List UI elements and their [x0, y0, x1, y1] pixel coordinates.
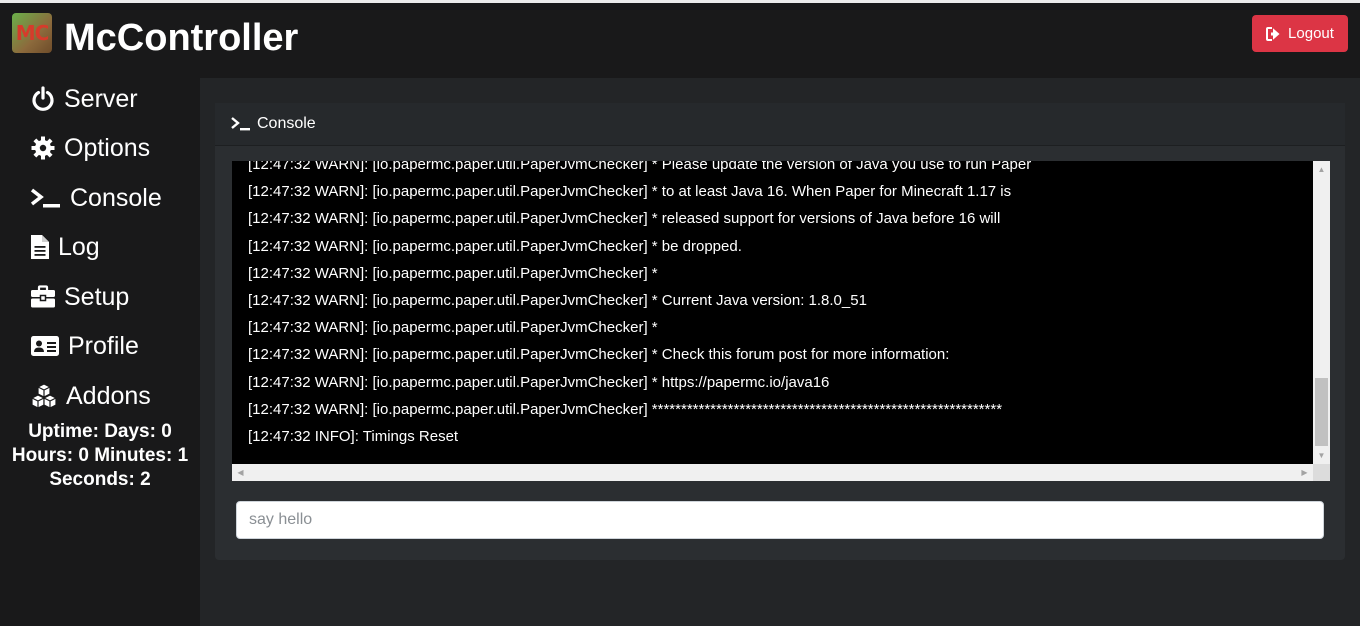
- console-card-title: Console: [257, 115, 316, 132]
- sign-out-icon: [1266, 26, 1280, 41]
- gear-icon: [31, 136, 55, 160]
- logo-text: MC: [15, 21, 50, 45]
- scroll-up-icon[interactable]: ▲: [1313, 161, 1330, 178]
- console-line: [12:47:32 INFO]: Timings Reset: [248, 428, 459, 446]
- uptime-line: Seconds: 2: [49, 469, 151, 490]
- sidebar-item-addons[interactable]: Addons: [30, 376, 151, 416]
- sidebar-item-console[interactable]: Console: [30, 178, 162, 218]
- main-content: Console [12:47:32 WARN]: [io.papermc.pap…: [200, 78, 1360, 626]
- console-line: [12:47:32 WARN]: [io.papermc.paper.util.…: [248, 400, 1003, 418]
- horizontal-scrollbar[interactable]: ◀ ▶: [232, 464, 1330, 481]
- sidebar-item-label: Setup: [64, 282, 130, 311]
- terminal-icon: [231, 117, 250, 131]
- uptime-display: Uptime: Days: 0 Hours: 0 Minutes: 1 Seco…: [0, 420, 200, 492]
- sidebar-item-options[interactable]: Options: [30, 128, 150, 168]
- uptime-line: Uptime: Days: 0: [28, 421, 172, 442]
- console-line: [12:47:32 WARN]: [io.papermc.paper.util.…: [248, 373, 830, 391]
- logout-button[interactable]: Logout: [1252, 15, 1348, 52]
- console-card: Console [12:47:32 WARN]: [io.papermc.pap…: [215, 103, 1345, 560]
- scroll-right-icon[interactable]: ▶: [1296, 464, 1313, 481]
- sidebar-item-profile[interactable]: Profile: [30, 326, 139, 366]
- logout-label: Logout: [1288, 25, 1334, 42]
- sidebar-item-server[interactable]: Server: [30, 79, 138, 119]
- console-line: [12:47:32 WARN]: [io.papermc.paper.util.…: [248, 346, 950, 364]
- console-line: [12:47:32 WARN]: [io.papermc.paper.util.…: [248, 183, 1012, 201]
- file-icon: [31, 235, 49, 259]
- toolbox-icon: [31, 285, 55, 308]
- console-line: [12:47:32 WARN]: [io.papermc.paper.util.…: [248, 264, 658, 282]
- sidebar-item-label: Log: [58, 232, 100, 261]
- console-command-input[interactable]: [236, 501, 1324, 539]
- scrollbar-corner: [1313, 464, 1330, 481]
- sidebar-item-setup[interactable]: Setup: [30, 277, 129, 317]
- console-line: [12:47:32 WARN]: [io.papermc.paper.util.…: [248, 237, 742, 255]
- scroll-down-icon[interactable]: ▼: [1313, 447, 1330, 464]
- sidebar-item-label: Addons: [66, 381, 151, 410]
- console-card-header: Console: [215, 103, 1345, 146]
- sidebar-item-label: Options: [64, 133, 151, 162]
- cubes-icon: [31, 383, 57, 409]
- sidebar: Server Options Console Log Setup Profile…: [0, 78, 200, 626]
- console-output[interactable]: [12:47:32 WARN]: [io.papermc.paper.util.…: [232, 161, 1330, 481]
- id-card-icon: [31, 336, 59, 356]
- scroll-thumb[interactable]: [1315, 378, 1328, 446]
- console-line: [12:47:32 WARN]: [io.papermc.paper.util.…: [248, 292, 867, 310]
- sidebar-item-label: Console: [70, 183, 162, 212]
- sidebar-item-label: Server: [64, 84, 138, 113]
- terminal-icon: [30, 188, 60, 208]
- console-line: [12:47:32 WARN]: [io.papermc.paper.util.…: [248, 161, 1032, 173]
- console-lines: [12:47:32 WARN]: [io.papermc.paper.util.…: [248, 161, 1308, 450]
- app-title: McController: [64, 17, 299, 59]
- scroll-left-icon[interactable]: ◀: [232, 464, 249, 481]
- power-icon: [32, 86, 54, 111]
- top-header: MC McController Logout: [0, 3, 1360, 78]
- app-logo: MC: [12, 13, 52, 53]
- console-line: [12:47:32 WARN]: [io.papermc.paper.util.…: [248, 210, 1001, 228]
- app-root: MC McController Logout Server Options Co…: [0, 0, 1360, 626]
- uptime-line: Hours: 0 Minutes: 1: [11, 445, 189, 466]
- sidebar-item-label: Profile: [68, 331, 139, 360]
- sidebar-item-log[interactable]: Log: [30, 227, 100, 267]
- console-line: [12:47:32 WARN]: [io.papermc.paper.util.…: [248, 319, 658, 337]
- vertical-scrollbar[interactable]: ▲ ▼: [1313, 161, 1330, 464]
